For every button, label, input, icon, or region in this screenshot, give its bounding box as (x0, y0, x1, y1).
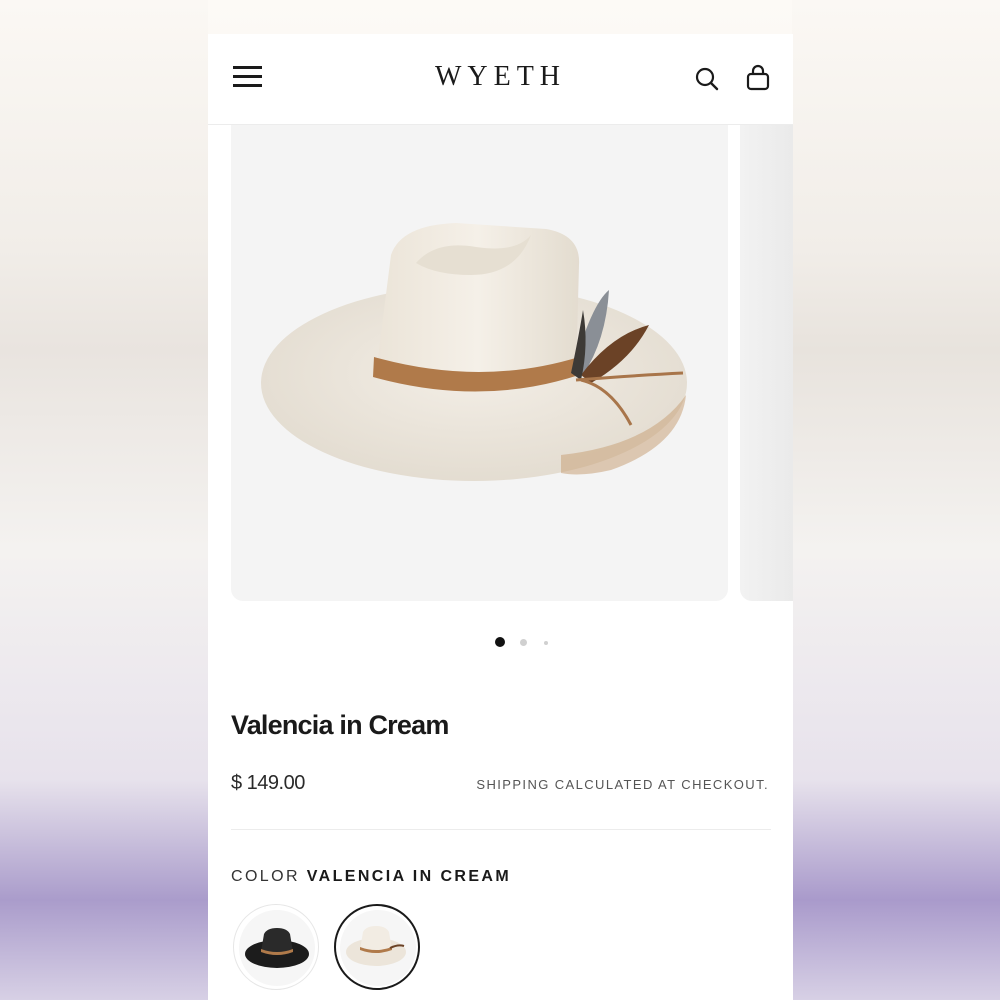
swatch-black[interactable] (233, 904, 319, 990)
product-image-carousel[interactable] (208, 125, 793, 601)
carousel-pagination (208, 636, 793, 648)
product-image[interactable] (231, 125, 728, 601)
background-blur-right (792, 0, 1000, 1000)
color-value: VALENCIA IN CREAM (306, 868, 512, 885)
hat-illustration (261, 223, 687, 481)
color-label: COLOR VALENCIA IN CREAM (231, 868, 511, 886)
cream-hat-thumbnail (346, 926, 406, 966)
product-title: Valencia in Cream (231, 710, 449, 740)
pagination-dot-active[interactable] (495, 637, 505, 647)
pagination-dot[interactable] (520, 639, 527, 646)
background-blur-left (0, 0, 208, 1000)
site-header: WYETH (208, 34, 793, 125)
color-label-prefix: COLOR (231, 868, 300, 885)
black-hat-thumbnail (245, 928, 309, 968)
shipping-note: SHIPPING CALCULATED AT CHECKOUT. (476, 777, 769, 792)
bag-icon[interactable] (745, 64, 771, 92)
divider (231, 829, 771, 830)
swatch-cream-selected[interactable] (334, 904, 420, 990)
pagination-dot[interactable] (544, 641, 548, 645)
mobile-page: WYETH Valencia in Cream $ 149.00 SHIPPIN… (208, 34, 793, 1000)
product-price: $ 149.00 (231, 772, 305, 794)
next-product-image[interactable] (740, 125, 793, 601)
search-icon[interactable] (694, 66, 720, 92)
